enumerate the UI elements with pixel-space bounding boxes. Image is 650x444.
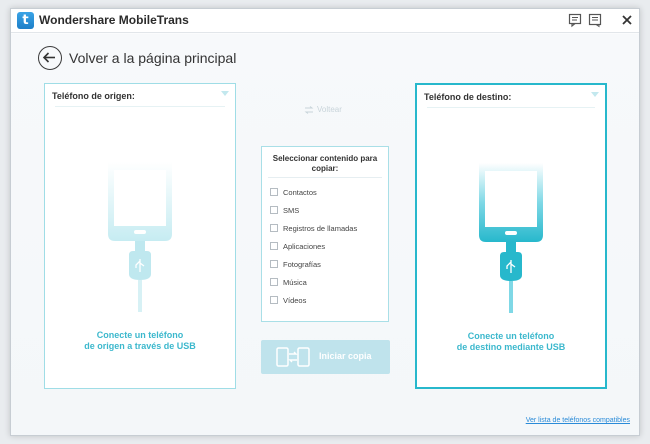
start-copy-button[interactable]: Iniciar copia: [261, 340, 390, 374]
window-title: Wondershare MobileTrans: [39, 13, 189, 27]
phone-transfer-icon: [276, 347, 310, 367]
flip-button[interactable]: Voltear: [304, 105, 342, 114]
flip-label: Voltear: [317, 105, 342, 114]
app-window: t Wondershare MobileTrans Volver a la pá…: [10, 8, 640, 436]
chevron-down-icon[interactable]: [221, 91, 229, 96]
content-selection-box: Seleccionar contenido para copiar: Conta…: [261, 146, 389, 322]
destination-panel-title: Teléfono de destino:: [424, 92, 512, 102]
phone-usb-icon: [471, 163, 551, 313]
app-logo-icon: t: [17, 12, 34, 29]
checkbox[interactable]: [270, 206, 278, 214]
main-content: Volver a la página principal Teléfono de…: [11, 34, 639, 435]
phone-usb-icon: [100, 162, 180, 312]
checkbox[interactable]: [270, 224, 278, 232]
start-copy-label: Iniciar copia: [319, 351, 372, 361]
divider: [427, 107, 595, 108]
source-panel-caption: Conecte un teléfono de origen a través d…: [84, 330, 196, 351]
feedback-icon[interactable]: [567, 12, 583, 28]
back-button[interactable]: [38, 46, 62, 70]
checkbox[interactable]: [270, 188, 278, 196]
arrow-left-icon: [42, 52, 55, 63]
compatible-phones-link[interactable]: Ver lista de teléfonos compatibles: [526, 417, 630, 424]
destination-panel-caption: Conecte un teléfono de destino mediante …: [456, 331, 566, 352]
close-icon[interactable]: [619, 12, 635, 28]
swap-icon: [304, 105, 314, 114]
divider: [55, 106, 225, 107]
checkbox[interactable]: [270, 296, 278, 304]
chevron-down-icon[interactable]: [591, 92, 599, 97]
register-icon[interactable]: [587, 12, 603, 28]
checkbox[interactable]: [270, 260, 278, 268]
divider: [268, 177, 382, 178]
destination-phone-panel: Teléfono de destino: Conecte un teléfono…: [415, 83, 607, 389]
checkbox[interactable]: [270, 242, 278, 250]
checkbox[interactable]: [270, 278, 278, 286]
source-panel-title: Teléfono de origen:: [52, 91, 135, 101]
source-phone-panel: Teléfono de origen: Conecte un teléfono …: [44, 83, 236, 389]
back-label[interactable]: Volver a la página principal: [69, 50, 236, 66]
content-selection-title: Seleccionar contenido para copiar:: [272, 154, 378, 173]
title-bar: t Wondershare MobileTrans: [11, 9, 639, 33]
